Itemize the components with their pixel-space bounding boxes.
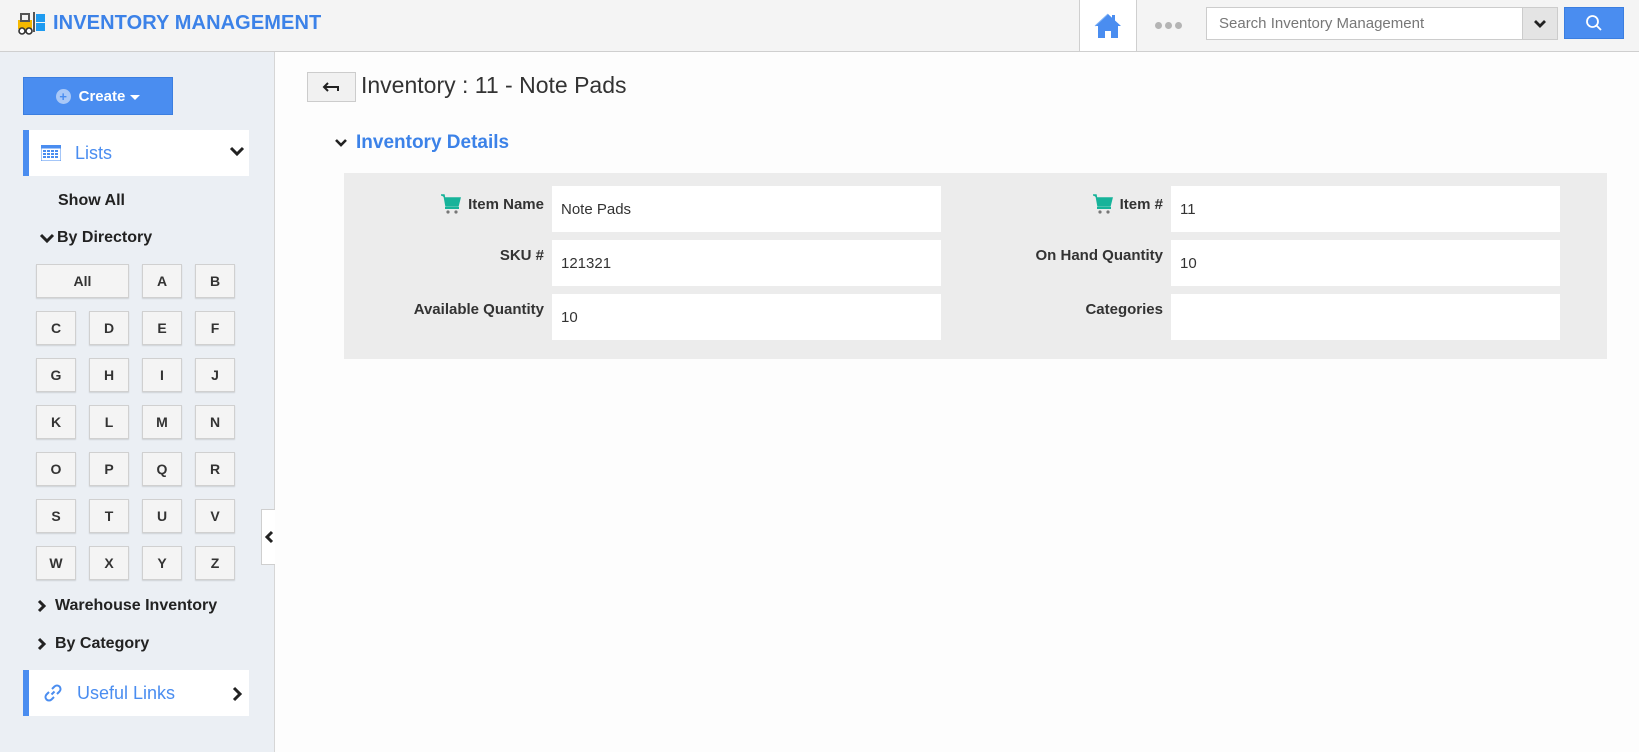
- create-button[interactable]: + Create: [23, 77, 173, 115]
- link-icon: [44, 684, 62, 702]
- by-directory-toggle[interactable]: By Directory: [39, 229, 152, 247]
- lists-label: Lists: [75, 142, 113, 163]
- show-all-link[interactable]: Show All: [58, 192, 125, 210]
- directory-letter-p[interactable]: P: [89, 452, 129, 486]
- item-name-label: Item Name: [344, 189, 544, 219]
- available-quantity-label: Available Quantity: [344, 299, 544, 319]
- search-icon: [1586, 15, 1602, 31]
- on-hand-quantity-field[interactable]: [1171, 240, 1560, 286]
- directory-letter-k[interactable]: K: [36, 405, 76, 439]
- sku-label: SKU #: [344, 245, 544, 265]
- chevron-right-icon: [37, 637, 47, 651]
- directory-letter-j[interactable]: J: [195, 358, 235, 392]
- search-input[interactable]: [1207, 8, 1522, 39]
- sku-label-text: SKU #: [499, 246, 544, 264]
- warehouse-inventory-toggle[interactable]: Warehouse Inventory: [37, 597, 217, 615]
- sku-field[interactable]: [552, 240, 941, 286]
- brand[interactable]: INVENTORY MANAGEMENT: [17, 10, 321, 36]
- directory-letter-n[interactable]: N: [195, 405, 235, 439]
- sidebar-item-lists[interactable]: Lists: [23, 130, 249, 176]
- directory-letter-u[interactable]: U: [142, 499, 182, 533]
- section-title: Inventory Details: [356, 132, 510, 153]
- main-content: Inventory : 11 - Note Pads Inventory Det…: [276, 52, 1639, 752]
- directory-letter-m[interactable]: M: [142, 405, 182, 439]
- calendar-grid-icon: [41, 145, 61, 161]
- top-header: INVENTORY MANAGEMENT: [0, 0, 1639, 52]
- chevron-down-icon: [229, 146, 245, 157]
- cart-icon: [1092, 194, 1113, 214]
- item-name-field[interactable]: [552, 186, 941, 232]
- forklift-icon: [18, 12, 45, 35]
- item-name-label-text: Item Name: [468, 195, 544, 213]
- page-title: Inventory : 11 - Note Pads: [361, 72, 627, 98]
- categories-label: Categories: [963, 299, 1163, 319]
- more-dots-icon: [1154, 21, 1162, 29]
- plus-circle-icon: +: [55, 88, 71, 104]
- cart-icon: [441, 194, 462, 214]
- sidebar: + Create Lists Show All By Directory All…: [0, 52, 275, 752]
- directory-letter-g[interactable]: G: [36, 358, 76, 392]
- directory-letter-x[interactable]: X: [89, 546, 129, 580]
- directory-letter-d[interactable]: D: [89, 311, 129, 345]
- directory-letter-v[interactable]: V: [195, 499, 235, 533]
- search-dropdown-button[interactable]: [1522, 8, 1557, 39]
- search-button[interactable]: [1564, 7, 1624, 39]
- create-label: Create: [78, 87, 126, 105]
- more-dot: [1174, 21, 1182, 29]
- chevron-left-icon: [264, 530, 273, 544]
- directory-letter-w[interactable]: W: [36, 546, 76, 580]
- chevron-right-icon: [232, 686, 243, 702]
- sidebar-collapse-toggle[interactable]: [261, 509, 275, 565]
- more-options-button[interactable]: [1152, 16, 1184, 34]
- chevron-right-icon: [37, 599, 47, 613]
- directory-letter-c[interactable]: C: [36, 311, 76, 345]
- directory-letter-b[interactable]: B: [195, 264, 235, 298]
- home-button[interactable]: [1079, 0, 1137, 51]
- directory-letter-z[interactable]: Z: [195, 546, 235, 580]
- directory-letter-y[interactable]: Y: [142, 546, 182, 580]
- back-arrow-icon: [322, 82, 339, 92]
- chevron-down-icon: [1534, 19, 1546, 28]
- directory-letter-all[interactable]: All: [36, 264, 129, 298]
- by-category-toggle[interactable]: By Category: [37, 635, 149, 653]
- item-number-field[interactable]: [1171, 186, 1560, 232]
- directory-letter-t[interactable]: T: [89, 499, 129, 533]
- by-directory-label: By Directory: [57, 229, 153, 246]
- search-box: [1206, 7, 1558, 40]
- sidebar-item-useful-links[interactable]: Useful Links: [23, 670, 249, 716]
- warehouse-inventory-label: Warehouse Inventory: [55, 597, 218, 614]
- categories-field[interactable]: [1171, 294, 1560, 340]
- available-quantity-field[interactable]: [552, 294, 941, 340]
- chevron-down-icon: [39, 233, 55, 244]
- on-hand-quantity-label: On Hand Quantity: [963, 245, 1164, 265]
- chevron-down-icon: [335, 139, 347, 147]
- directory-letter-s[interactable]: S: [36, 499, 76, 533]
- more-dot: [1164, 21, 1172, 29]
- directory-letter-q[interactable]: Q: [142, 452, 182, 486]
- directory-letter-e[interactable]: E: [142, 311, 182, 345]
- useful-links-label: Useful Links: [77, 682, 176, 703]
- directory-letter-i[interactable]: I: [142, 358, 182, 392]
- available-quantity-label-text: Available Quantity: [413, 300, 544, 318]
- by-category-label: By Category: [55, 635, 150, 652]
- item-number-label-text: Item #: [1119, 195, 1163, 213]
- back-button[interactable]: [307, 72, 356, 102]
- caret-down-icon: [130, 94, 141, 100]
- directory-letter-f[interactable]: F: [195, 311, 235, 345]
- on-hand-quantity-label-text: On Hand Quantity: [1035, 246, 1164, 264]
- home-icon: [1094, 13, 1121, 38]
- directory-letter-r[interactable]: R: [195, 452, 235, 486]
- directory-letter-a[interactable]: A: [142, 264, 182, 298]
- directory-letter-h[interactable]: H: [89, 358, 129, 392]
- categories-label-text: Categories: [1085, 300, 1163, 318]
- directory-letter-l[interactable]: L: [89, 405, 129, 439]
- directory-letter-o[interactable]: O: [36, 452, 76, 486]
- inventory-details-panel: Item Name SKU # Available Quantity Item …: [344, 173, 1607, 359]
- item-number-label: Item #: [963, 189, 1163, 219]
- app-title: INVENTORY MANAGEMENT: [53, 11, 322, 34]
- inventory-details-toggle[interactable]: Inventory Details: [334, 132, 509, 154]
